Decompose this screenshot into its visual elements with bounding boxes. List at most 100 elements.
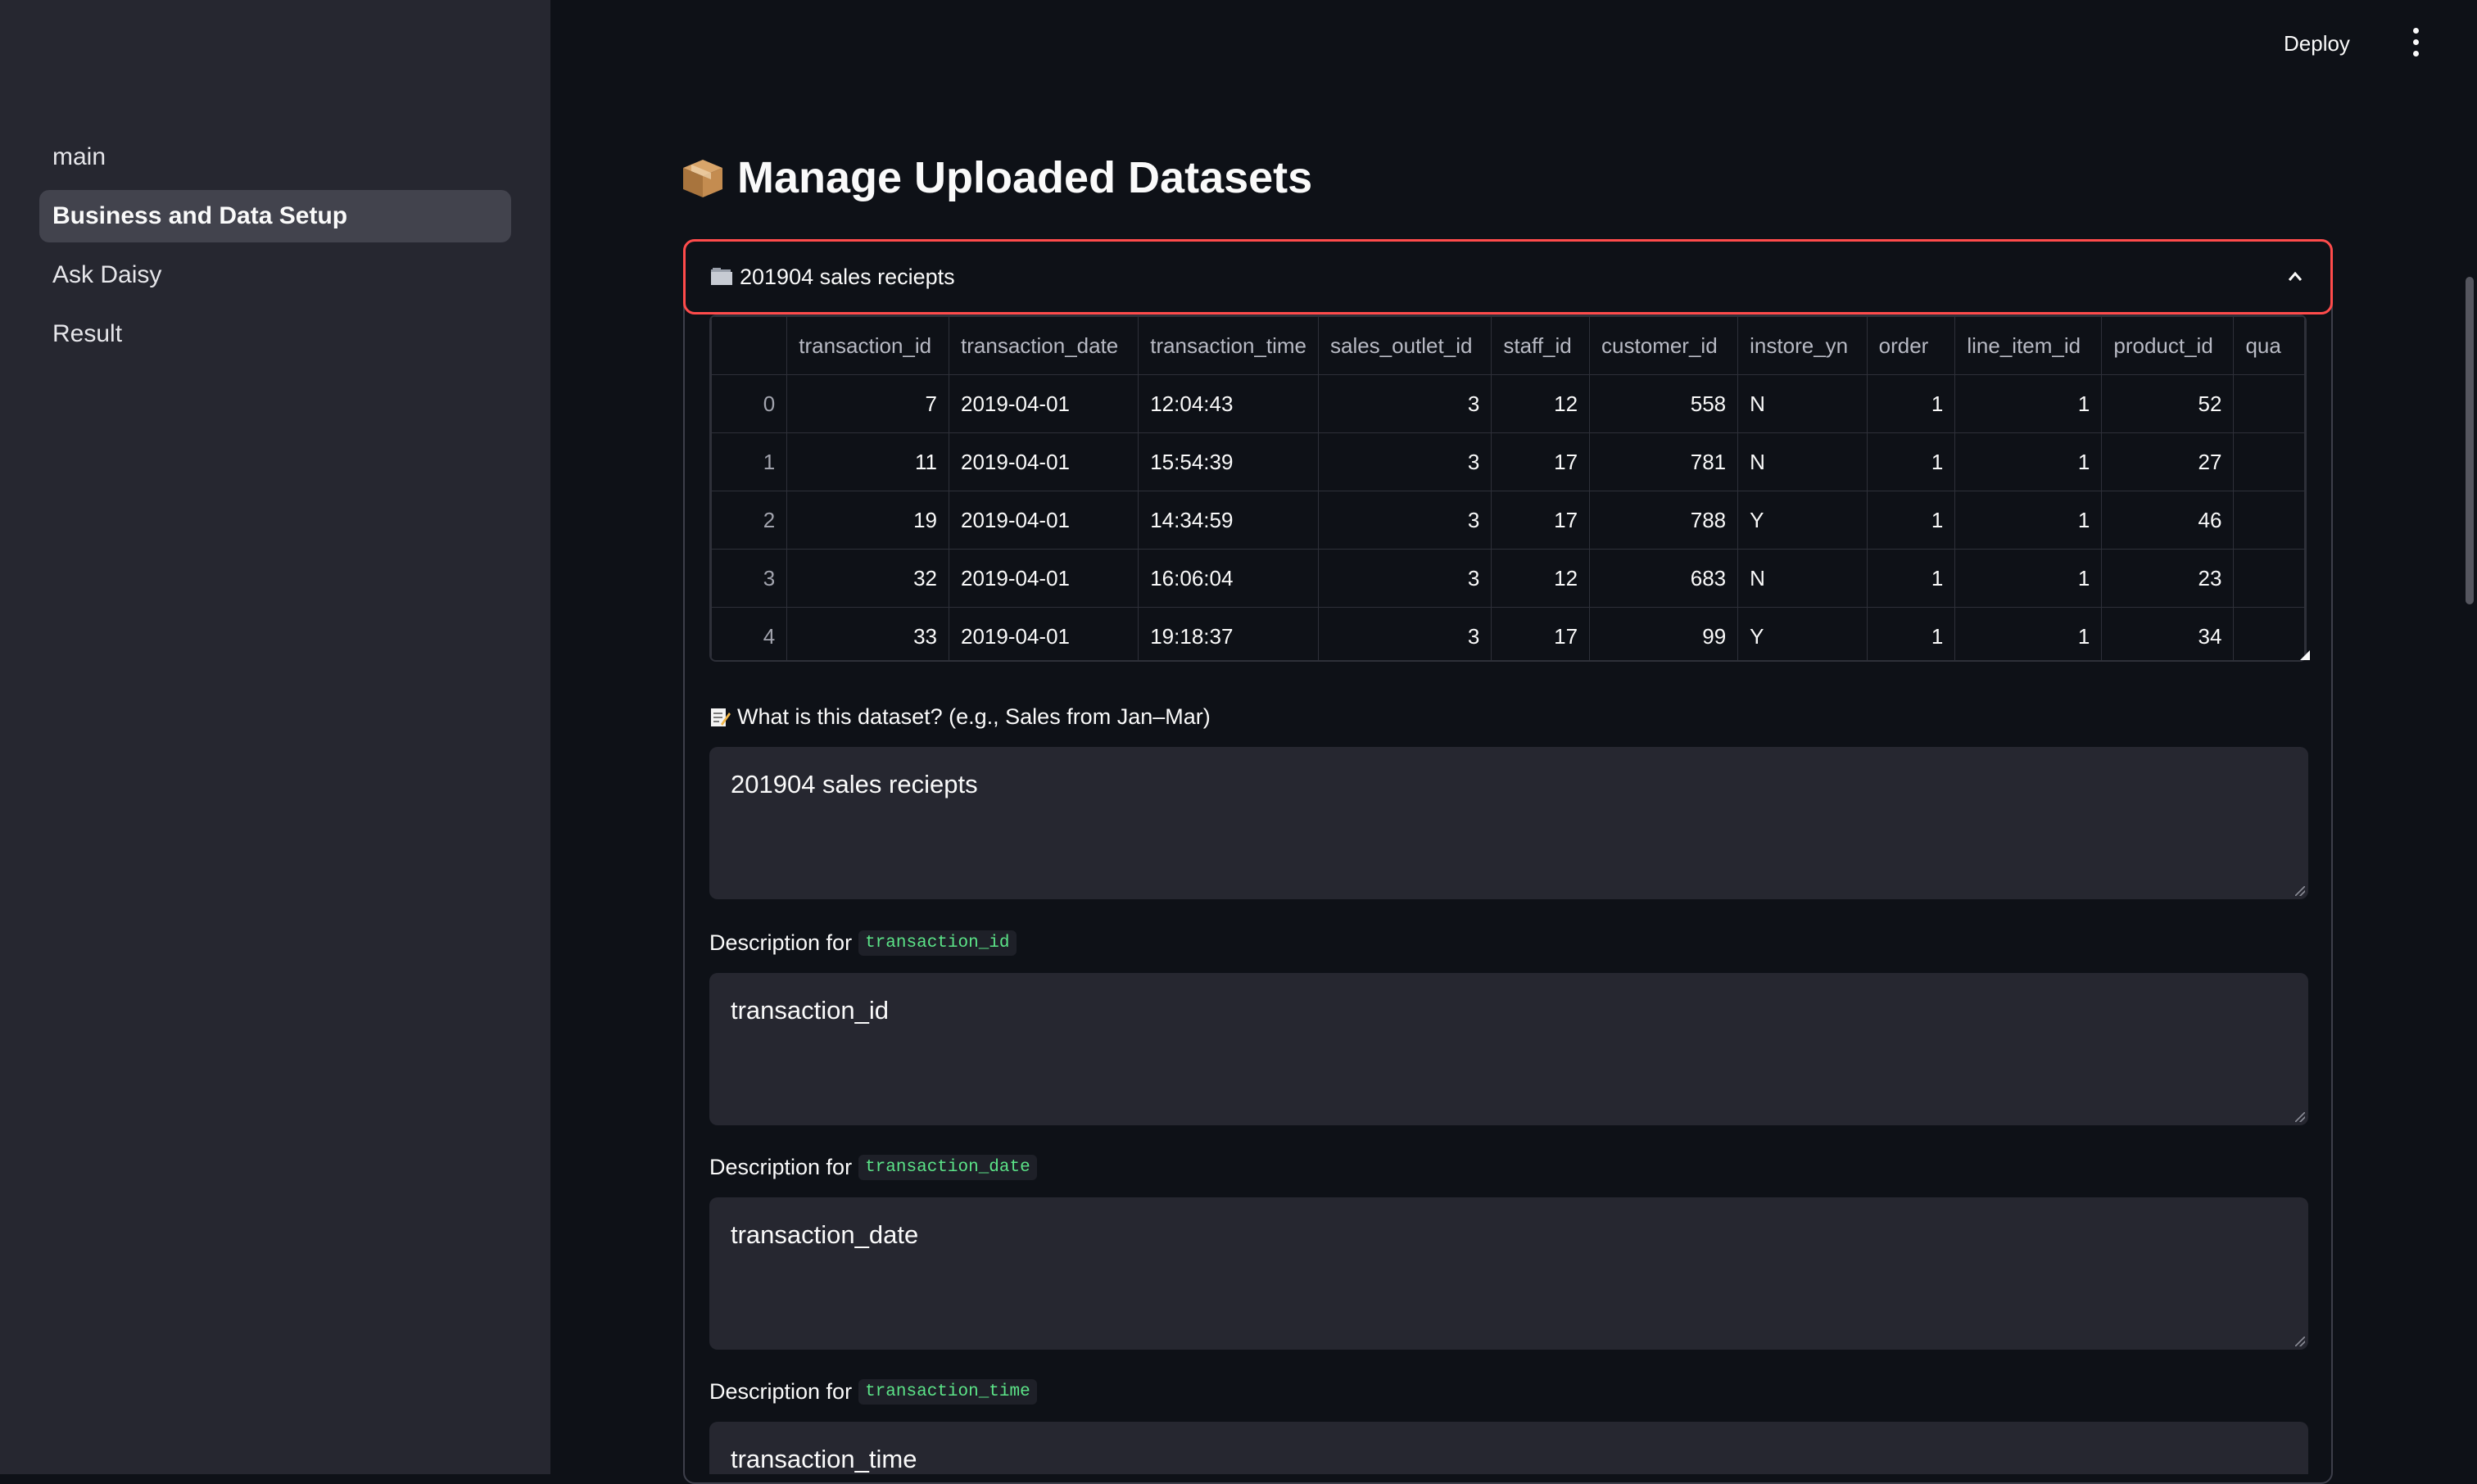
textarea-resize-grip[interactable]: [2295, 1337, 2305, 1346]
column-name-code: transaction_id: [858, 930, 1017, 956]
cell-line-item-id[interactable]: 1: [1954, 432, 2103, 491]
dataset-expander-header[interactable]: 201904 sales reciepts: [683, 239, 2333, 314]
cell-instore-yn[interactable]: N: [1737, 374, 1868, 433]
cell-customer-id[interactable]: 683: [1589, 549, 1739, 608]
cell-customer-id[interactable]: 788: [1589, 491, 1739, 550]
cell-index[interactable]: 0: [711, 374, 788, 433]
cell-product-id[interactable]: 27: [2101, 432, 2235, 491]
cell-transaction-time[interactable]: 19:18:37: [1138, 607, 1319, 660]
cell-index[interactable]: 2: [711, 491, 788, 550]
cell-customer-id[interactable]: 781: [1589, 432, 1739, 491]
cell-transaction-time[interactable]: 14:34:59: [1138, 491, 1319, 550]
sidebar-item-ask-daisy[interactable]: Ask Daisy: [39, 249, 511, 301]
main-menu-kebab-icon[interactable]: [2405, 28, 2426, 75]
column-header-quantity[interactable]: qua: [2233, 316, 2305, 375]
description-prefix: Description for: [709, 930, 853, 955]
sidebar-item-main[interactable]: main: [39, 131, 511, 183]
cell-order[interactable]: 1: [1866, 607, 1956, 660]
cell-transaction-time[interactable]: 16:06:04: [1138, 549, 1319, 608]
transaction-date-description-textarea[interactable]: transaction_date: [709, 1197, 2308, 1350]
cell-sales-outlet-id[interactable]: 3: [1317, 549, 1492, 608]
cell-order[interactable]: 1: [1866, 491, 1956, 550]
cell-quantity[interactable]: [2233, 432, 2305, 491]
cell-transaction-id[interactable]: 11: [786, 432, 950, 491]
cell-staff-id[interactable]: 17: [1491, 432, 1591, 491]
sidebar-item-result[interactable]: Result: [39, 308, 511, 360]
cell-line-item-id[interactable]: 1: [1954, 549, 2103, 608]
cell-sales-outlet-id[interactable]: 3: [1317, 432, 1492, 491]
dataset-description-textarea[interactable]: 201904 sales reciepts: [709, 747, 2308, 899]
cell-instore-yn[interactable]: Y: [1737, 491, 1868, 550]
cell-index[interactable]: 1: [711, 432, 788, 491]
cell-order[interactable]: 1: [1866, 374, 1956, 433]
cell-order[interactable]: 1: [1866, 432, 1956, 491]
description-prefix: Description for: [709, 1379, 853, 1404]
column-header-product-id[interactable]: product_id: [2101, 316, 2235, 375]
cell-line-item-id[interactable]: 1: [1954, 374, 2103, 433]
sidebar-item-business-and-data-setup[interactable]: Business and Data Setup: [39, 190, 511, 242]
cell-transaction-date[interactable]: 2019-04-01: [949, 607, 1139, 660]
column-header-transaction-date[interactable]: transaction_date: [949, 316, 1139, 375]
chevron-up-icon[interactable]: [2288, 269, 2303, 284]
cell-quantity[interactable]: [2233, 491, 2305, 550]
cell-staff-id[interactable]: 17: [1491, 491, 1591, 550]
column-header-transaction-id[interactable]: transaction_id: [786, 316, 950, 375]
cell-transaction-id[interactable]: 7: [786, 374, 950, 433]
cell-instore-yn[interactable]: N: [1737, 549, 1868, 608]
dataframe-resize-handle[interactable]: [2300, 650, 2310, 660]
cell-line-item-id[interactable]: 1: [1954, 491, 2103, 550]
cell-product-id[interactable]: 46: [2101, 491, 2235, 550]
cell-index[interactable]: 4: [711, 607, 788, 660]
cell-transaction-date[interactable]: 2019-04-01: [949, 549, 1139, 608]
cell-customer-id[interactable]: 558: [1589, 374, 1739, 433]
cell-quantity[interactable]: [2233, 549, 2305, 608]
cell-quantity[interactable]: [2233, 607, 2305, 660]
cell-transaction-date[interactable]: 2019-04-01: [949, 374, 1139, 433]
cell-transaction-date[interactable]: 2019-04-01: [949, 491, 1139, 550]
cell-transaction-time[interactable]: 12:04:43: [1138, 374, 1319, 433]
column-header-order[interactable]: order: [1866, 316, 1956, 375]
column-header-customer-id[interactable]: customer_id: [1589, 316, 1739, 375]
transaction-id-description-value: transaction_id: [731, 996, 890, 1025]
cell-instore-yn[interactable]: N: [1737, 432, 1868, 491]
cell-transaction-id[interactable]: 33: [786, 607, 950, 660]
transaction-id-description-textarea[interactable]: transaction_id: [709, 973, 2308, 1125]
column-header-sales-outlet-id[interactable]: sales_outlet_id: [1317, 316, 1492, 375]
cell-transaction-time[interactable]: 15:54:39: [1138, 432, 1319, 491]
cell-transaction-id[interactable]: 32: [786, 549, 950, 608]
cell-product-id[interactable]: 34: [2101, 607, 2235, 660]
deploy-button[interactable]: Deploy: [2284, 31, 2350, 57]
cell-staff-id[interactable]: 12: [1491, 374, 1591, 433]
table-row: 0 7 2019-04-01 12:04:43 3 12 558 N 1 1 5…: [711, 374, 2305, 433]
textarea-resize-grip[interactable]: [2295, 886, 2305, 896]
column-header-index[interactable]: [711, 316, 788, 375]
cell-line-item-id[interactable]: 1: [1954, 607, 2103, 660]
column-header-transaction-time[interactable]: transaction_time: [1138, 316, 1319, 375]
cell-product-id[interactable]: 23: [2101, 549, 2235, 608]
sidebar-nav: main Business and Data Setup Ask Daisy R…: [39, 131, 511, 367]
cell-transaction-date[interactable]: 2019-04-01: [949, 432, 1139, 491]
table-row: 3 32 2019-04-01 16:06:04 3 12 683 N 1 1 …: [711, 549, 2305, 608]
cell-staff-id[interactable]: 17: [1491, 607, 1591, 660]
cell-customer-id[interactable]: 99: [1589, 607, 1739, 660]
column-name-code: transaction_time: [858, 1379, 1037, 1405]
page-scrollbar[interactable]: [2466, 277, 2474, 604]
cell-order[interactable]: 1: [1866, 549, 1956, 608]
column-header-instore-yn[interactable]: instore_yn: [1737, 316, 1868, 375]
dataset-expander-title: 201904 sales reciepts: [740, 264, 955, 289]
cell-transaction-id[interactable]: 19: [786, 491, 950, 550]
cell-quantity[interactable]: [2233, 374, 2305, 433]
column-header-line-item-id[interactable]: line_item_id: [1954, 316, 2103, 375]
cell-sales-outlet-id[interactable]: 3: [1317, 491, 1492, 550]
cell-staff-id[interactable]: 12: [1491, 549, 1591, 608]
cell-instore-yn[interactable]: Y: [1737, 607, 1868, 660]
column-header-staff-id[interactable]: staff_id: [1491, 316, 1591, 375]
transaction-time-description-textarea[interactable]: transaction_time: [709, 1422, 2308, 1474]
cell-product-id[interactable]: 52: [2101, 374, 2235, 433]
cell-index[interactable]: 3: [711, 549, 788, 608]
cell-sales-outlet-id[interactable]: 3: [1317, 374, 1492, 433]
description-prefix: Description for: [709, 1155, 853, 1179]
textarea-resize-grip[interactable]: [2295, 1112, 2305, 1122]
dataframe[interactable]: transaction_id transaction_date transact…: [709, 314, 2307, 662]
cell-sales-outlet-id[interactable]: 3: [1317, 607, 1492, 660]
